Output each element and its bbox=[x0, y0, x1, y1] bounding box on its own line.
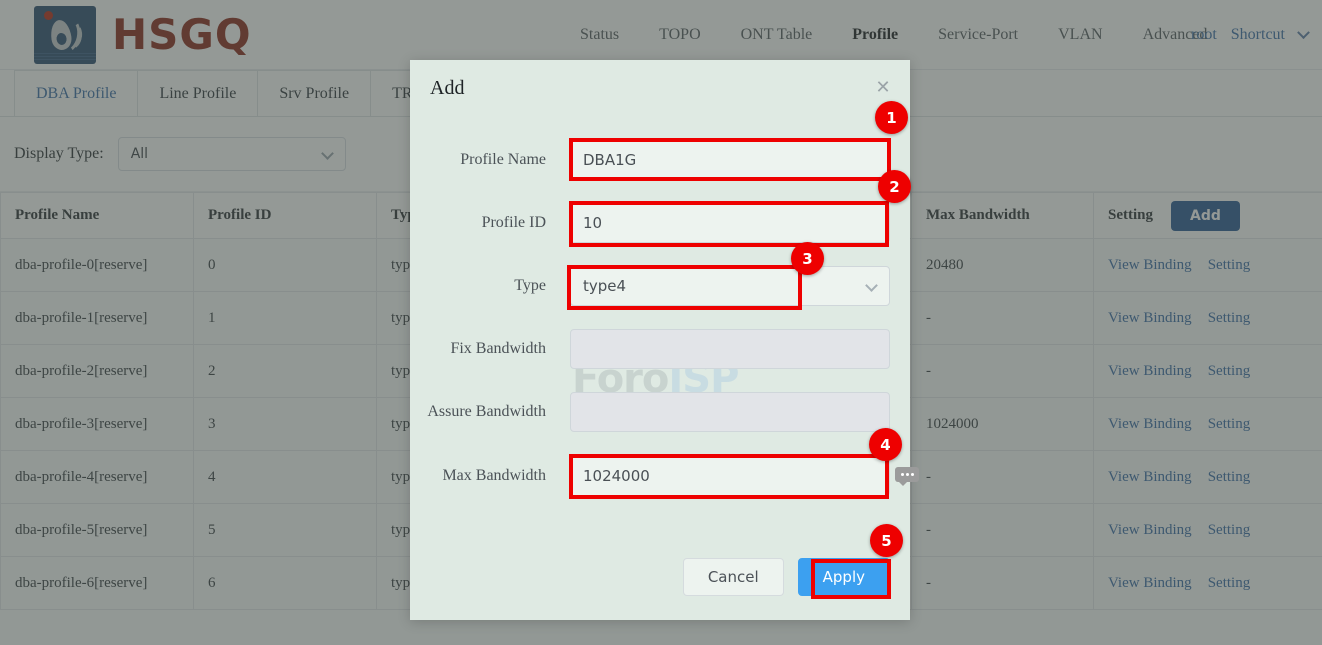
field-row-profile-name: Profile Name bbox=[410, 140, 910, 180]
field-row-fix-bandwidth: Fix Bandwidth bbox=[410, 329, 910, 369]
profile-id-input[interactable] bbox=[570, 203, 890, 243]
chevron-down-icon bbox=[865, 279, 878, 292]
step-badge-1: 1 bbox=[875, 101, 908, 134]
field-row-type: Type type4 bbox=[410, 266, 910, 306]
add-dba-profile-dialog: Add ✕ ForoISP Profile Name Profile ID Ty… bbox=[410, 60, 910, 620]
label-type: Type bbox=[514, 277, 546, 294]
type-select[interactable]: type4 bbox=[570, 266, 890, 306]
step-badge-3: 3 bbox=[791, 242, 824, 275]
assure-bandwidth-input bbox=[570, 392, 890, 432]
cancel-button[interactable]: Cancel bbox=[682, 558, 784, 596]
screenshot-root: HSGQ Status TOPO ONT Table Profile Servi… bbox=[0, 0, 1322, 645]
ellipsis-tooltip bbox=[895, 467, 919, 486]
step-badge-2: 2 bbox=[878, 170, 911, 203]
apply-button[interactable]: Apply bbox=[797, 558, 890, 596]
label-fix-bandwidth: Fix Bandwidth bbox=[450, 340, 546, 357]
label-profile-name: Profile Name bbox=[460, 151, 546, 168]
type-select-value: type4 bbox=[583, 277, 627, 295]
step-badge-5: 5 bbox=[870, 524, 903, 557]
profile-name-input[interactable] bbox=[570, 140, 890, 180]
label-max-bandwidth: Max Bandwidth bbox=[442, 467, 546, 484]
dialog-title: Add bbox=[430, 77, 465, 99]
field-row-max-bandwidth: Max Bandwidth bbox=[410, 456, 910, 496]
dialog-footer: Cancel Apply bbox=[410, 558, 910, 596]
step-badge-4: 4 bbox=[869, 428, 902, 461]
fix-bandwidth-input bbox=[570, 329, 890, 369]
close-icon[interactable]: ✕ bbox=[874, 79, 892, 98]
label-assure-bandwidth: Assure Bandwidth bbox=[427, 403, 546, 420]
field-row-assure-bandwidth: Assure Bandwidth bbox=[410, 392, 910, 432]
label-profile-id: Profile ID bbox=[481, 214, 546, 231]
max-bandwidth-input[interactable] bbox=[570, 456, 890, 496]
field-row-profile-id: Profile ID bbox=[410, 203, 910, 243]
